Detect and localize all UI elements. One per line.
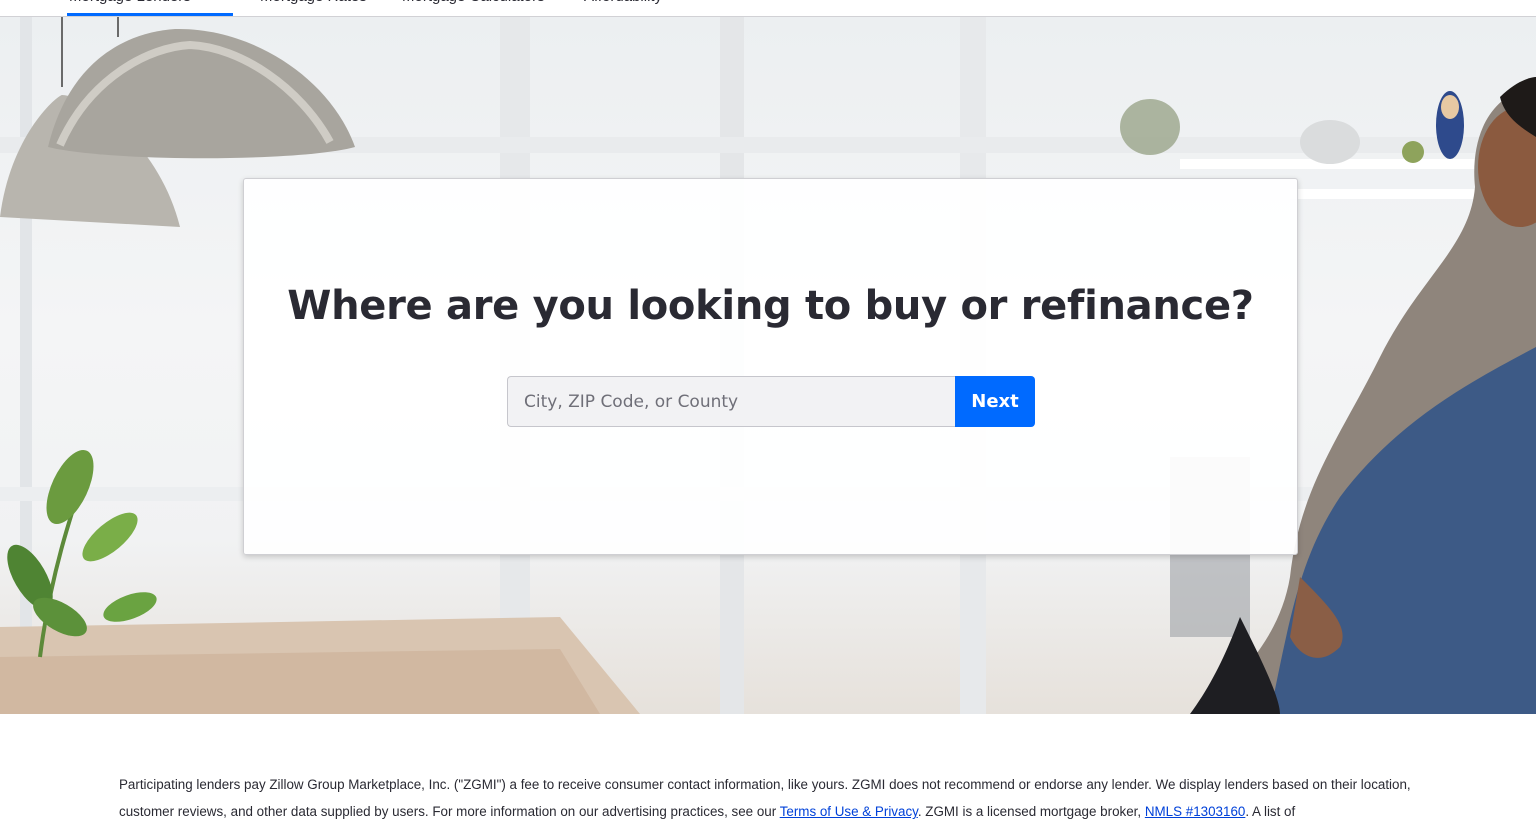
top-nav: Mortgage Lenders Mortgage Rates Mortgage… bbox=[0, 0, 1536, 17]
nmls-link[interactable]: NMLS #1303160 bbox=[1145, 804, 1246, 819]
search-card: Where are you looking to buy or refinanc… bbox=[243, 178, 1298, 555]
tab-affordability[interactable]: Affordability bbox=[582, 0, 664, 16]
hero-section: Where are you looking to buy or refinanc… bbox=[0, 17, 1536, 714]
disclaimer-text: . A list of bbox=[1245, 804, 1296, 819]
terms-of-use-link[interactable]: Terms of Use & Privacy bbox=[780, 804, 918, 819]
tab-mortgage-rates[interactable]: Mortgage Rates bbox=[258, 0, 369, 16]
lender-disclaimer: Participating lenders pay Zillow Group M… bbox=[119, 771, 1419, 825]
tab-mortgage-calculators[interactable]: Mortgage Calculators bbox=[400, 0, 547, 16]
disclaimer-text: . ZGMI is a licensed mortgage broker, bbox=[917, 804, 1145, 819]
next-button[interactable]: Next bbox=[955, 376, 1035, 427]
location-search: Next bbox=[507, 376, 1035, 427]
tab-mortgage-lenders[interactable]: Mortgage Lenders bbox=[67, 0, 233, 16]
location-search-input[interactable] bbox=[507, 376, 955, 427]
search-heading: Where are you looking to buy or refinanc… bbox=[287, 283, 1254, 329]
